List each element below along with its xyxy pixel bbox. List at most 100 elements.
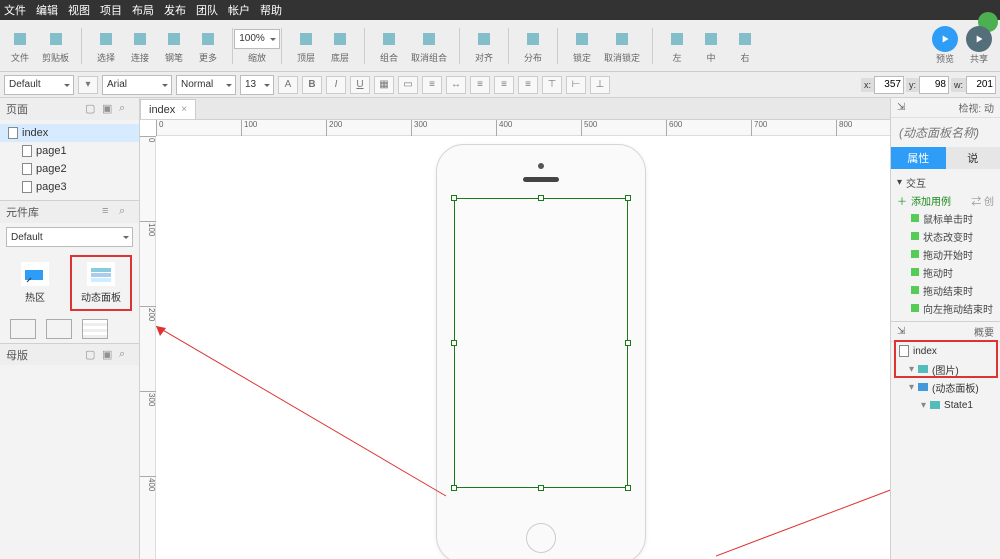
- event-row[interactable]: 状态改变时: [897, 227, 994, 245]
- toolbar-play[interactable]: 预览: [932, 26, 958, 65]
- lightning-icon: [911, 232, 919, 240]
- inspector-tabs: 属性 说: [891, 147, 1000, 169]
- menu-item[interactable]: 文件: [4, 2, 26, 18]
- widget-name[interactable]: (动态面板名称): [891, 118, 1000, 147]
- menu-item[interactable]: 帮助: [260, 2, 282, 18]
- search-icon[interactable]: ⌕: [119, 102, 133, 116]
- interaction-section[interactable]: ▾交互: [897, 173, 994, 191]
- tool-more[interactable]: 更多: [194, 28, 222, 64]
- menu-item[interactable]: 发布: [164, 2, 186, 18]
- x-input[interactable]: [874, 76, 904, 94]
- y-input[interactable]: [919, 76, 949, 94]
- canvas[interactable]: [156, 136, 890, 559]
- page-item[interactable]: index: [0, 124, 139, 142]
- library-grid: 热区动态面板: [0, 251, 139, 315]
- tab-index[interactable]: index ×: [140, 99, 196, 119]
- align-r[interactable]: ≡: [518, 76, 538, 94]
- widget-动态面板[interactable]: 动态面板: [70, 255, 132, 311]
- valign-m[interactable]: ⊢: [566, 76, 586, 94]
- master-search-icon[interactable]: ⌕: [119, 348, 133, 362]
- outline-item[interactable]: ▾State1: [891, 396, 1000, 414]
- bold-btn[interactable]: B: [302, 76, 322, 94]
- widget-small-1[interactable]: [10, 319, 36, 339]
- toolbar-cloud[interactable]: 共享: [966, 26, 992, 65]
- page-icon: [22, 181, 32, 193]
- valign-t[interactable]: ⊤: [542, 76, 562, 94]
- resize-handle[interactable]: [451, 340, 457, 346]
- linew-btn[interactable]: ≡: [422, 76, 442, 94]
- lib-menu-icon[interactable]: ≡: [102, 205, 116, 219]
- add-folder-icon[interactable]: ▣: [102, 102, 116, 116]
- style-dropdown[interactable]: Default: [4, 75, 74, 95]
- page-item[interactable]: page2: [0, 160, 139, 178]
- dynamic-panel-selection[interactable]: [454, 198, 628, 488]
- tool-distribute[interactable]: 分布: [519, 28, 547, 64]
- tool-align[interactable]: 对齐: [470, 28, 498, 64]
- tool-select[interactable]: 选择: [92, 28, 120, 64]
- resize-handle[interactable]: [451, 485, 457, 491]
- resize-handle[interactable]: [625, 195, 631, 201]
- weight-dropdown[interactable]: Normal: [176, 75, 236, 95]
- menu-item[interactable]: 编辑: [36, 2, 58, 18]
- tool-pen[interactable]: 钢笔: [160, 28, 188, 64]
- page-item[interactable]: page3: [0, 178, 139, 196]
- add-case-link[interactable]: ＋添加用例⇄ 创: [897, 191, 994, 209]
- outline-item[interactable]: ▾(动态面板): [891, 378, 1000, 396]
- font-dropdown[interactable]: Arial: [102, 75, 172, 95]
- resize-handle[interactable]: [538, 485, 544, 491]
- event-row[interactable]: 拖动时: [897, 263, 994, 281]
- italic-btn[interactable]: I: [326, 76, 346, 94]
- lib-search-icon[interactable]: ⌕: [119, 205, 133, 219]
- tool-front[interactable]: 顶层: [292, 28, 320, 64]
- tool-file[interactable]: 文件: [6, 28, 34, 64]
- resize-handle[interactable]: [451, 195, 457, 201]
- widget-small-2[interactable]: [46, 319, 72, 339]
- close-icon[interactable]: ×: [181, 104, 187, 115]
- tool-center[interactable]: 中: [697, 28, 725, 64]
- color-btn[interactable]: A: [278, 76, 298, 94]
- tab-properties[interactable]: 属性: [891, 147, 946, 169]
- tab-notes[interactable]: 说: [946, 147, 1000, 169]
- tool-back[interactable]: 底层: [326, 28, 354, 64]
- underline-btn[interactable]: U: [350, 76, 370, 94]
- align-c[interactable]: ≡: [494, 76, 514, 94]
- add-master-icon[interactable]: ▢: [85, 348, 99, 362]
- menu-item[interactable]: 帐户: [228, 2, 250, 18]
- event-row[interactable]: 鼠标单击时: [897, 209, 994, 227]
- event-row[interactable]: 向左拖动结束时: [897, 299, 994, 317]
- library-dropdown[interactable]: Default: [6, 227, 133, 247]
- tool-right[interactable]: 右: [731, 28, 759, 64]
- arrow-btn[interactable]: ↔: [446, 76, 466, 94]
- valign-b[interactable]: ⊥: [590, 76, 610, 94]
- tool-ungroup[interactable]: 取消组合: [409, 28, 449, 64]
- border-btn[interactable]: ▭: [398, 76, 418, 94]
- tool-connect[interactable]: 连接: [126, 28, 154, 64]
- master-folder-icon[interactable]: ▣: [102, 348, 116, 362]
- resize-handle[interactable]: [538, 195, 544, 201]
- tool-zoom[interactable]: 100%缩放: [243, 28, 271, 64]
- tool-group[interactable]: 组合: [375, 28, 403, 64]
- style-more[interactable]: ▾: [78, 76, 98, 94]
- tool-left[interactable]: 左: [663, 28, 691, 64]
- w-input[interactable]: [966, 76, 996, 94]
- align-l[interactable]: ≡: [470, 76, 490, 94]
- menu-item[interactable]: 布局: [132, 2, 154, 18]
- widget-small-3[interactable]: [82, 319, 108, 339]
- add-page-icon[interactable]: ▢: [85, 102, 99, 116]
- resize-handle[interactable]: [625, 485, 631, 491]
- size-dropdown[interactable]: 13: [240, 75, 274, 95]
- fill-btn[interactable]: ▦: [374, 76, 394, 94]
- page-item[interactable]: page1: [0, 142, 139, 160]
- menu-item[interactable]: 团队: [196, 2, 218, 18]
- tool-unlock[interactable]: 取消锁定: [602, 28, 642, 64]
- tool-clipboard[interactable]: 剪贴板: [40, 28, 71, 64]
- lightning-icon: [911, 214, 919, 222]
- tool-lock[interactable]: 锁定: [568, 28, 596, 64]
- menu-item[interactable]: 视图: [68, 2, 90, 18]
- widget-热区[interactable]: 热区: [4, 255, 66, 311]
- event-row[interactable]: 拖动开始时: [897, 245, 994, 263]
- resize-handle[interactable]: [625, 340, 631, 346]
- event-row[interactable]: 拖动结束时: [897, 281, 994, 299]
- annotation-highlight-outline: [894, 340, 998, 378]
- menu-item[interactable]: 项目: [100, 2, 122, 18]
